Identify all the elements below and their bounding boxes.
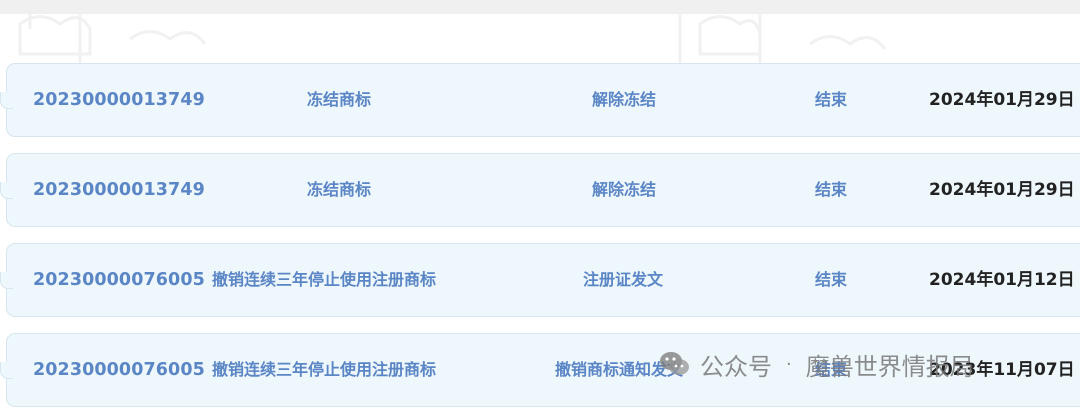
record-id[interactable]: 20230000013749 (33, 64, 205, 136)
record-row[interactable]: 20230000076005 撤销连续三年停止使用注册商标 注册证发文 结束 2… (0, 243, 1080, 317)
record-date: 2023年11月07日 (929, 360, 1075, 380)
record-status: 结束 (815, 270, 848, 289)
record-id[interactable]: 20230000076005 (33, 244, 205, 316)
record-row[interactable]: 20230000076005 撤销连续三年停止使用注册商标 撤销商标通知发文 结… (0, 333, 1080, 407)
record-type: 冻结商标 (307, 180, 372, 199)
record-step: 解除冻结 (592, 180, 657, 199)
record-row[interactable]: 20230000013749 冻结商标 解除冻结 结束 2024年01月29日 (0, 63, 1080, 137)
record-date: 2024年01月12日 (929, 270, 1075, 290)
record-date: 2024年01月29日 (929, 90, 1075, 110)
record-type: 冻结商标 (307, 90, 372, 109)
record-row[interactable]: 20230000013749 冻结商标 解除冻结 结束 2024年01月29日 (0, 153, 1080, 227)
record-step: 注册证发文 (583, 270, 664, 289)
record-status: 结束 (815, 90, 848, 109)
record-id[interactable]: 20230000013749 (33, 154, 205, 226)
record-date: 2024年01月29日 (929, 180, 1075, 200)
record-id[interactable]: 20230000076005 (33, 334, 205, 406)
record-step: 解除冻结 (592, 90, 657, 109)
record-status: 结束 (815, 180, 848, 199)
top-bar (0, 0, 1080, 14)
record-step: 撤销商标通知发文 (555, 360, 684, 379)
record-type: 撤销连续三年停止使用注册商标 (212, 360, 437, 379)
record-status: 结束 (815, 360, 848, 379)
record-type: 撤销连续三年停止使用注册商标 (212, 270, 437, 289)
